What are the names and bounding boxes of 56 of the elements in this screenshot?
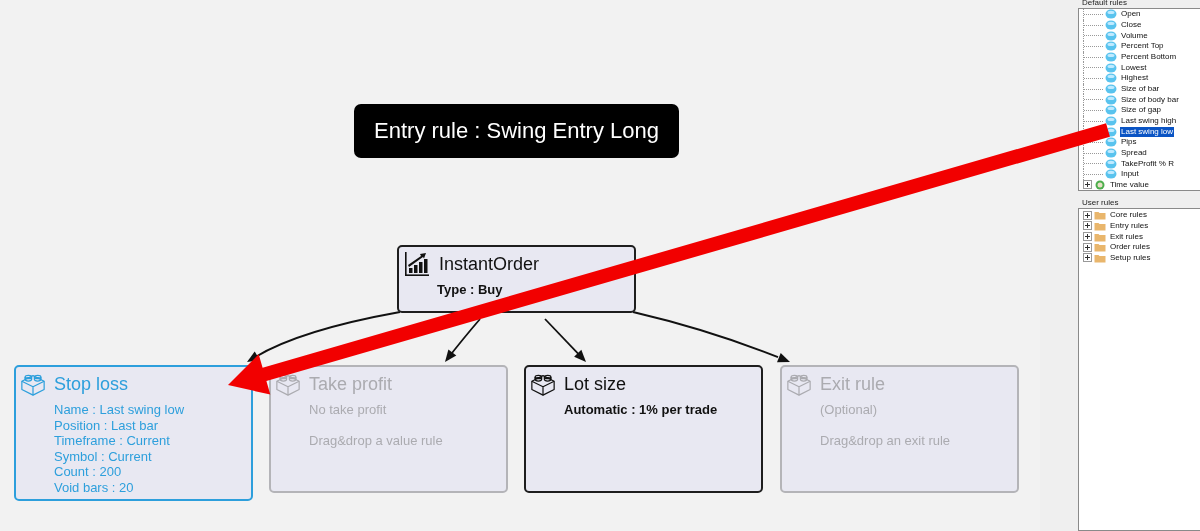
node-property: Symbol : Current [54,448,153,465]
tree-item[interactable]: Size of bar [1120,83,1161,94]
folder-icon [1094,242,1106,253]
tree-item[interactable]: TakeProfit % R [1120,158,1175,169]
node-property: Drag&drop an exit rule [820,433,952,449]
node-title: Exit rule [820,373,886,395]
tree-item[interactable]: Open [1120,9,1142,20]
node-property: Name : Last swing low [54,402,186,418]
tree-label: Default rules [1081,0,1128,8]
node-property: Timeframe : Current [54,433,171,449]
node-title: Stop loss [54,373,129,395]
tree-item[interactable]: Highest [1120,73,1150,84]
expand-icon[interactable] [1083,232,1092,242]
tree-item[interactable]: Spread [1120,147,1148,158]
folder-icon [1094,221,1106,231]
node-property: (Optional) [820,402,879,418]
tree-item[interactable]: Close [1120,20,1143,30]
tree-item[interactable]: Size of body bar [1120,94,1180,105]
tree-item[interactable]: Pips [1120,137,1138,148]
chart-icon [403,250,431,278]
node-property: Type : Buy [437,282,504,298]
folder-icon [1094,252,1106,263]
expand-icon[interactable] [1083,253,1092,263]
tree-item[interactable]: Core rules [1109,210,1148,221]
expand-icon[interactable] [1083,180,1092,190]
expand-icon[interactable] [1083,210,1092,220]
tree-label: User rules [1081,198,1120,208]
node-title: Take profit [309,373,393,395]
tree-item[interactable]: Size of gap [1120,105,1163,116]
tree-item[interactable]: Percent Bottom [1120,51,1178,62]
tree-item[interactable]: Exit rules [1109,231,1144,242]
tree-item[interactable]: Time value [1109,179,1150,190]
folder-icon [1094,231,1106,242]
entry-rule-title: Entry rule : Swing Entry Long [354,104,679,158]
tree-item[interactable]: Volume [1120,30,1149,41]
connector-arrow [544,318,586,362]
node-title: InstantOrder [439,253,540,275]
node-property: Automatic : 1% per trade [564,402,719,418]
tree-item[interactable]: Setup rules [1109,252,1152,263]
tree-item[interactable]: Input [1120,169,1140,180]
expand-icon[interactable] [1083,221,1092,231]
node-property: No take profit [309,402,388,418]
tree-item[interactable]: Lowest [1120,62,1148,73]
tree-item[interactable]: Order rules [1109,242,1151,253]
node-property: Drag&drop a value rule [309,433,444,449]
tree-item[interactable]: Last swing high [1120,115,1178,126]
node-property: Void bars : 20 [54,479,135,496]
connector-arrow [445,318,481,362]
node-property: Position : Last bar [54,417,160,434]
node-title: Lot size [564,373,627,395]
tree-item[interactable]: Percent Top [1120,41,1165,52]
folder-icon [1094,210,1106,221]
node-property: Count : 200 [54,464,123,480]
tree-item[interactable]: Last swing low [1120,126,1175,137]
expand-icon[interactable] [1083,242,1092,252]
tree-item[interactable]: Entry rules [1109,221,1150,231]
